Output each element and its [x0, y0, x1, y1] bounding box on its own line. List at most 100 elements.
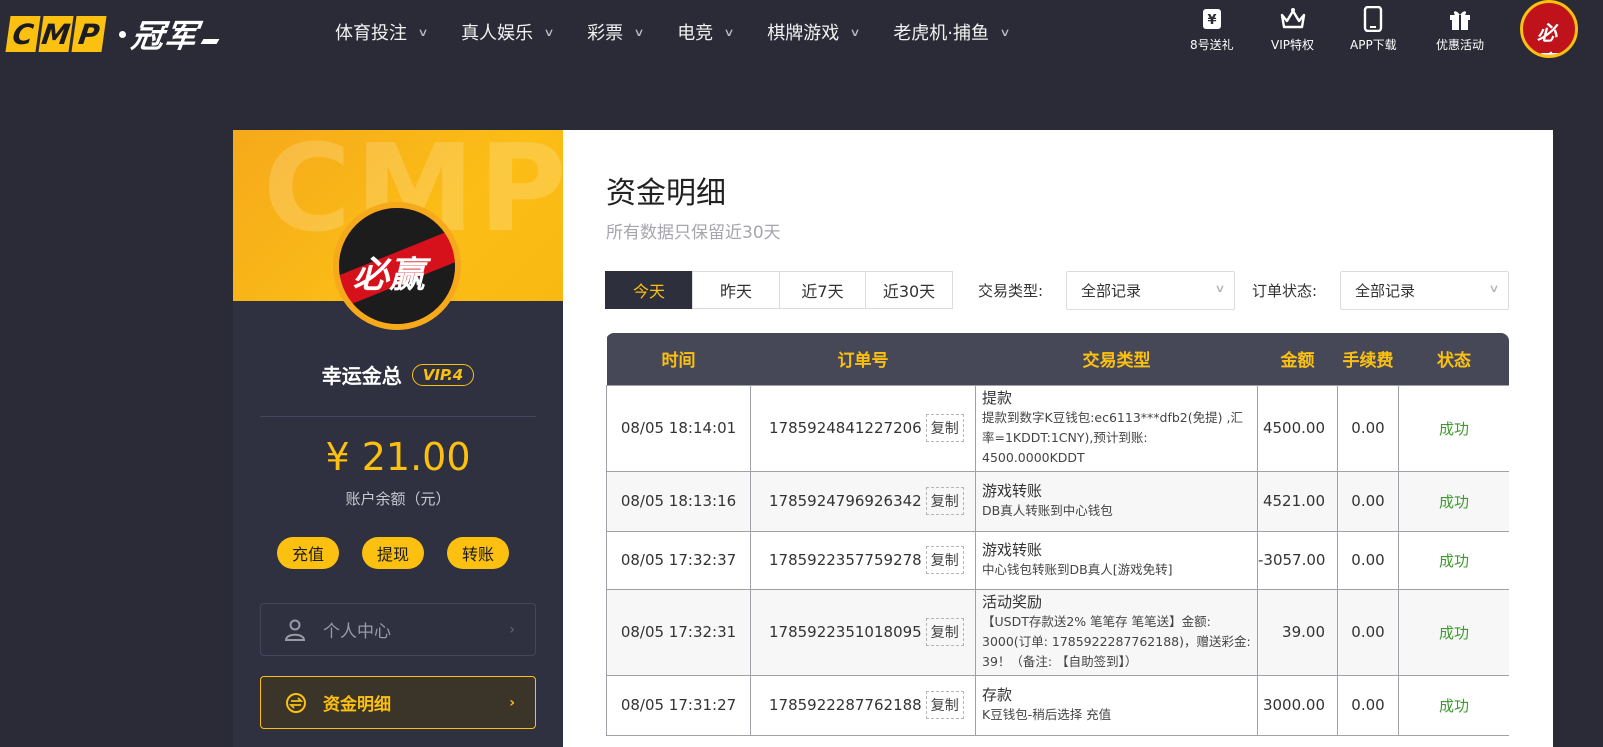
- table-row: 08/05 17:31:27 1785922287762188 复制 存款 K豆钱包…: [606, 674, 1509, 736]
- sidebar-item-personal-center[interactable]: 个人中心 ›: [260, 603, 536, 656]
- username-row: 幸运金总 VIP.4: [233, 360, 563, 389]
- transactions-table: 时间 订单号 交易类型 金额 手续费 状态 08/05 18:14:01 178…: [606, 333, 1509, 747]
- cell-order: 1785922287762188 复制: [750, 674, 976, 736]
- cell-status: 成功: [1398, 530, 1509, 590]
- nav-item-sports[interactable]: 体育投注 ∨: [335, 19, 429, 45]
- order-number: 1785924841227206: [769, 419, 922, 437]
- transaction-type-select[interactable]: 全部记录 ∨: [1066, 271, 1235, 310]
- quick-link-app[interactable]: APP下载: [1350, 6, 1397, 53]
- tab-today[interactable]: 今天: [605, 271, 693, 309]
- gift-ticket-icon: ¥: [1199, 6, 1225, 32]
- chevron-down-icon: ∨: [723, 25, 735, 39]
- cell-amount: 39.00: [1257, 588, 1338, 676]
- cell-order: 1785922357759278 复制: [750, 530, 976, 590]
- brand-logo[interactable]: C M P 冠军: [5, 11, 220, 57]
- logo-letter: C: [5, 16, 41, 52]
- quick-link-gift-8[interactable]: ¥ 8号送礼: [1190, 6, 1234, 53]
- cell-fee: 0.00: [1337, 674, 1399, 736]
- svg-text:¥: ¥: [1207, 13, 1216, 28]
- cell-time: 08/05 17:32:37: [606, 530, 751, 590]
- cell-order: 1785924796926342 复制: [750, 470, 976, 532]
- account-sidebar: CMP 必赢 幸运金总 VIP.4 ¥ 21.00 账户余额（元） 充值 提现 …: [233, 130, 563, 747]
- select-value: 全部记录: [1355, 282, 1416, 300]
- cell-time: 08/05 18:14:01: [606, 384, 751, 472]
- page-subtitle: 所有数据只保留近30天: [606, 223, 781, 243]
- sidebar-item-label: 个人中心: [323, 622, 391, 642]
- transfer-button[interactable]: 转账: [447, 537, 509, 569]
- nav-label: 棋牌游戏: [767, 23, 840, 44]
- gift-box-icon: [1447, 6, 1473, 32]
- table-row: 08/05 18:13:16 1785924796926342 复制 游戏转账 DB…: [606, 470, 1509, 532]
- table-row: 08/05 17:32:37 1785922357759278 复制 游戏转账 中心…: [606, 530, 1509, 590]
- chevron-down-icon: ∨: [633, 25, 645, 39]
- order-number: 1785922287762188: [769, 696, 922, 714]
- chevron-down-icon: ∨: [1214, 282, 1226, 295]
- deposit-button[interactable]: 充值: [277, 537, 339, 569]
- quick-link-vip[interactable]: VIP特权: [1271, 6, 1314, 53]
- top-navbar: C M P 冠军 体育投注 ∨ 真人娱乐 ∨ 彩票 ∨ 电竞 ∨ 棋牌游戏 ∨ 老虎机·捕…: [0, 0, 1603, 64]
- copy-button[interactable]: 复制: [925, 414, 964, 442]
- tab-7-days[interactable]: 近7天: [779, 271, 866, 309]
- quick-link-promotions[interactable]: 优惠活动: [1436, 6, 1484, 53]
- divider: [260, 416, 536, 417]
- main-nav: 体育投注 ∨ 真人娱乐 ∨ 彩票 ∨ 电竞 ∨ 棋牌游戏 ∨ 老虎机·捕鱼 ∨: [335, 0, 1043, 64]
- wallet-actions: 充值 提现 转账: [277, 537, 532, 569]
- copy-button[interactable]: 复制: [925, 691, 964, 719]
- nav-item-live-casino[interactable]: 真人娱乐 ∨: [461, 19, 555, 45]
- order-number: 1785924796926342: [769, 492, 922, 510]
- nav-item-card-games[interactable]: 棋牌游戏 ∨: [767, 19, 861, 45]
- balance-label: 账户余额（元）: [345, 490, 451, 508]
- cell-time: 08/05 17:32:31: [606, 588, 751, 676]
- quick-link-label: 优惠活动: [1436, 38, 1485, 52]
- account-balance: ¥ 21.00: [325, 435, 471, 479]
- copy-button[interactable]: 复制: [925, 487, 964, 515]
- chevron-down-icon: ∨: [849, 25, 861, 39]
- select-value: 全部记录: [1081, 282, 1142, 300]
- vip-badge[interactable]: VIP.4: [411, 363, 475, 386]
- cell-amount: 3000.00: [1257, 674, 1338, 736]
- cell-amount: 4500.00: [1257, 384, 1338, 472]
- type-title: 游戏转账: [982, 481, 1043, 500]
- logo-dash: [200, 38, 220, 44]
- cell-type: 游戏转账 中心钱包转账到DB真人[游戏免转]: [975, 530, 1258, 590]
- cell-fee: 0.00: [1337, 470, 1399, 532]
- nav-item-lottery[interactable]: 彩票 ∨: [587, 19, 645, 45]
- column-header-fee: 手续费: [1337, 333, 1399, 385]
- page-title: 资金明细: [606, 176, 726, 211]
- cell-status: 成功: [1398, 674, 1509, 736]
- profile-avatar[interactable]: 必赢: [333, 202, 461, 330]
- cell-type: 游戏转账 DB真人转账到中心钱包: [975, 470, 1258, 532]
- copy-button[interactable]: 复制: [925, 546, 964, 574]
- order-number: 1785922357759278: [769, 551, 922, 569]
- avatar-text: 必赢: [1537, 21, 1557, 55]
- cell-status: 成功: [1398, 384, 1509, 472]
- cell-order: 1785924841227206 复制: [750, 384, 976, 472]
- chevron-down-icon: ∨: [417, 25, 429, 39]
- nav-item-esports[interactable]: 电竞 ∨: [677, 19, 735, 45]
- type-title: 存款: [982, 685, 1013, 704]
- cell-time: 08/05 18:13:16: [606, 470, 751, 532]
- type-title: 提款: [982, 388, 1013, 407]
- sidebar-item-fund-details[interactable]: 资金明细 ›: [260, 676, 536, 729]
- sidebar-item-label: 资金明细: [323, 695, 391, 715]
- cell-status: 成功: [1398, 470, 1509, 532]
- user-avatar[interactable]: 必赢: [1520, 0, 1578, 58]
- tab-yesterday[interactable]: 昨天: [692, 271, 780, 309]
- cell-amount: 4521.00: [1257, 470, 1338, 532]
- type-description: DB真人转账到中心钱包: [982, 502, 1113, 518]
- nav-label: 真人娱乐: [461, 23, 534, 44]
- chevron-down-icon: ∨: [1488, 282, 1500, 295]
- chevron-down-icon: ∨: [543, 25, 555, 39]
- column-header-type: 交易类型: [975, 333, 1258, 385]
- order-status-select[interactable]: 全部记录 ∨: [1340, 271, 1509, 310]
- copy-button[interactable]: 复制: [925, 618, 964, 646]
- user-icon: [285, 619, 307, 641]
- nav-item-slots-fishing[interactable]: 老虎机·捕鱼 ∨: [893, 19, 1010, 45]
- column-header-time: 时间: [606, 333, 751, 385]
- table-row: 08/05 17:32:31 1785922351018095 复制 活动奖励 【U…: [606, 588, 1509, 676]
- username: 幸运金总: [321, 364, 402, 388]
- tab-30-days[interactable]: 近30天: [865, 271, 953, 309]
- cell-fee: 0.00: [1337, 530, 1399, 590]
- nav-label: 体育投注: [335, 23, 407, 44]
- withdraw-button[interactable]: 提现: [362, 537, 424, 569]
